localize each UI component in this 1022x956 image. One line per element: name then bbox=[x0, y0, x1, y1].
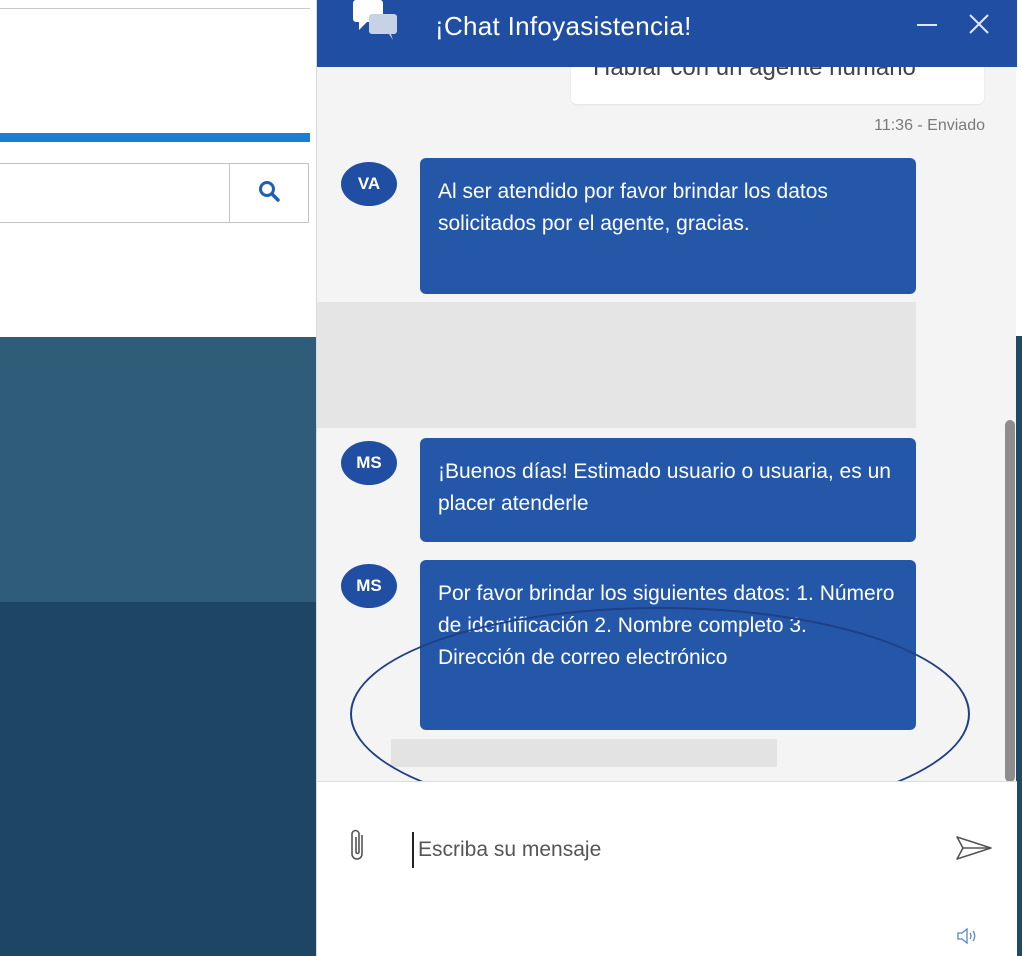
message-input[interactable] bbox=[412, 832, 938, 868]
message-composer bbox=[317, 781, 1017, 956]
minimize-button[interactable] bbox=[905, 6, 949, 46]
scrollbar-thumb[interactable] bbox=[1005, 420, 1015, 782]
attach-button[interactable] bbox=[343, 827, 373, 867]
message-list: Hablar con un agente humano 11:36 - Envi… bbox=[317, 67, 1017, 781]
sound-toggle[interactable] bbox=[953, 926, 983, 950]
speaker-icon bbox=[956, 927, 980, 949]
chat-title: ¡Chat Infoyasistencia! bbox=[435, 11, 692, 41]
agent-message-bubble: ¡Buenos días! Estimado usuario o usuaria… bbox=[420, 438, 916, 542]
minimize-icon bbox=[915, 12, 939, 40]
paperclip-icon bbox=[348, 827, 368, 867]
avatar: MS bbox=[341, 564, 397, 608]
chat-bubbles-icon bbox=[351, 0, 403, 44]
agent-message-bubble: Al ser atendido por favor brindar los da… bbox=[420, 158, 916, 294]
search-icon bbox=[257, 179, 281, 207]
close-button[interactable] bbox=[957, 6, 1001, 46]
page-section bbox=[0, 602, 318, 956]
page-banner bbox=[0, 337, 318, 602]
divider bbox=[0, 8, 310, 9]
sent-message-text: Hablar con un agente humano bbox=[593, 67, 916, 81]
accent-bar bbox=[0, 133, 310, 142]
search-button[interactable] bbox=[229, 163, 309, 223]
search-input[interactable] bbox=[0, 163, 230, 223]
avatar: MS bbox=[341, 441, 397, 485]
chat-header: ¡Chat Infoyasistencia! bbox=[317, 0, 1017, 67]
chat-widget: ¡Chat Infoyasistencia! Hablar con un age… bbox=[316, 0, 1017, 956]
sent-message-bubble: Hablar con un agente humano bbox=[571, 67, 984, 104]
close-icon bbox=[967, 12, 991, 40]
send-button[interactable] bbox=[949, 830, 999, 870]
message-placeholder bbox=[317, 302, 916, 428]
send-icon bbox=[954, 834, 994, 866]
agent-message-bubble: Por favor brindar los siguientes datos: … bbox=[420, 560, 916, 730]
avatar: VA bbox=[341, 162, 397, 206]
message-timestamp: 11:36 - Enviado bbox=[874, 117, 985, 134]
typing-placeholder bbox=[391, 739, 777, 767]
